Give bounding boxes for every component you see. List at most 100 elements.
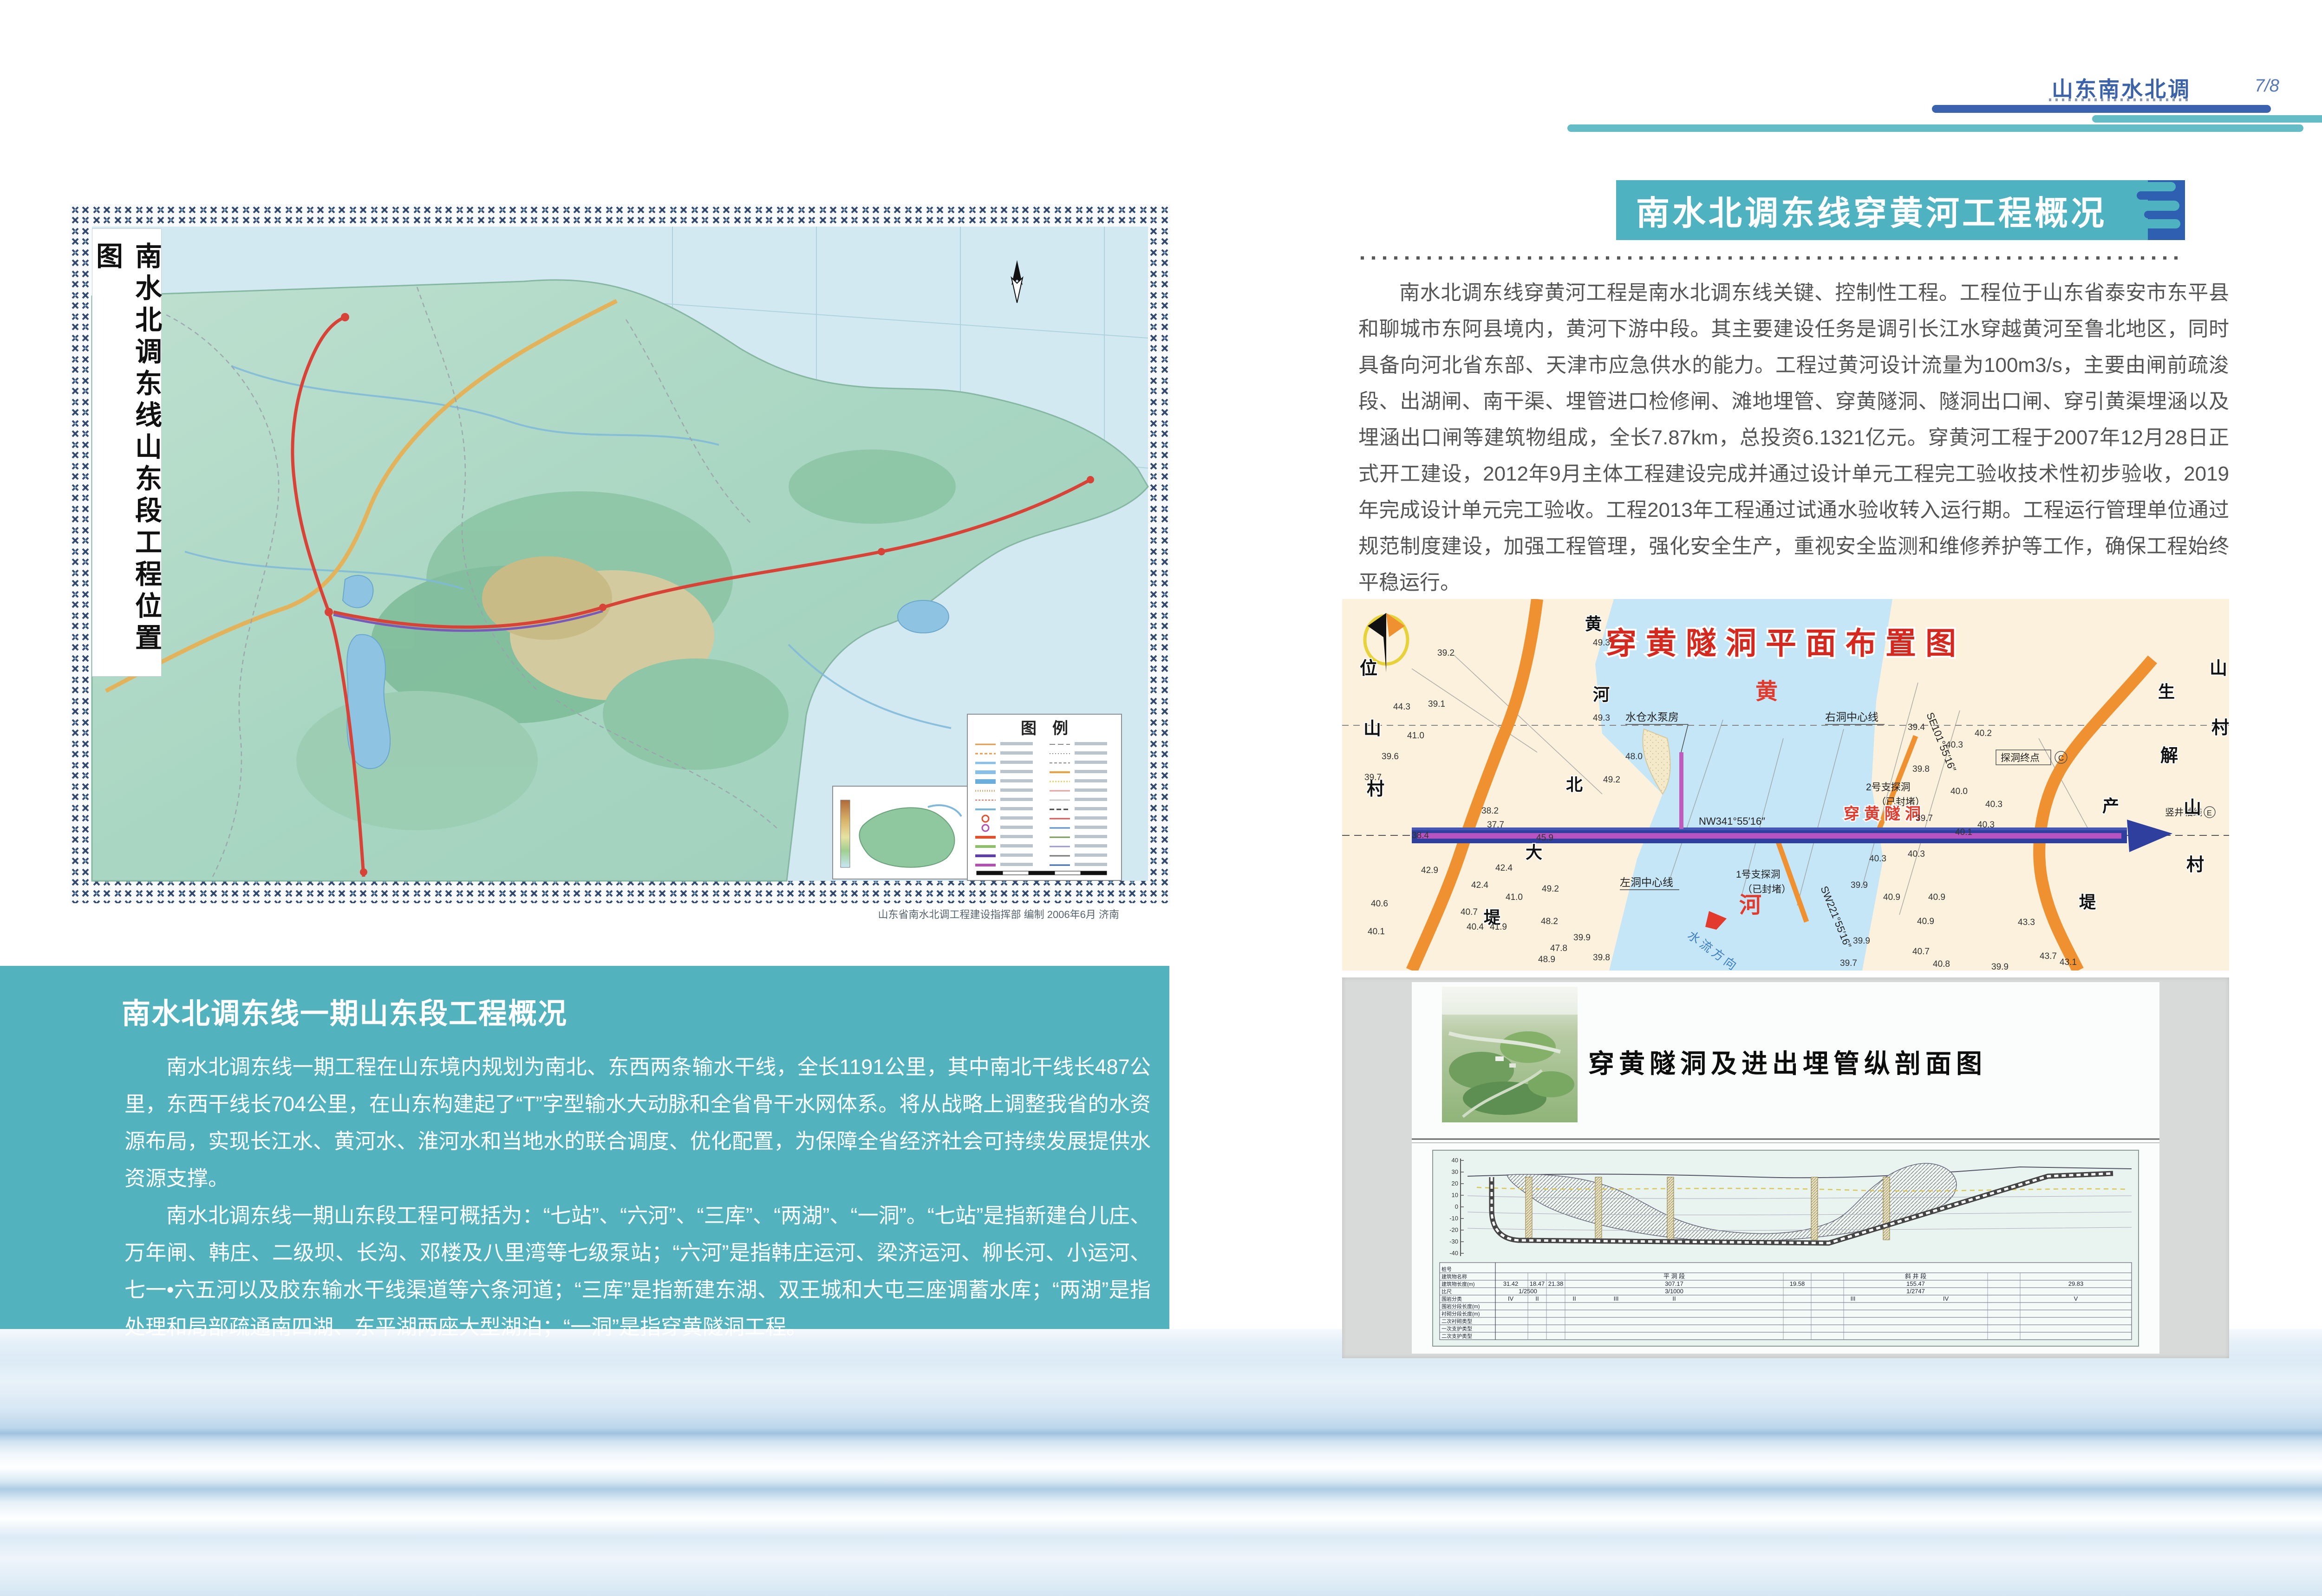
axis-label: 0 — [1455, 1203, 1458, 1210]
right-road-char: 产 — [2102, 796, 2119, 815]
elevation-label: 39.9 — [1853, 936, 1870, 946]
elevation-label: 38.2 — [1481, 806, 1499, 816]
overview-heading: 南水北调东线一期山东段工程概况 — [0, 966, 1169, 1032]
article-body: 南水北调东线穿黄河工程是南水北调东线关键、控制性工程。工程位于山东省泰安市东平县… — [1358, 275, 2229, 601]
elevation-label: 39.8 — [1593, 953, 1610, 963]
table-row-label: 桩号 — [1441, 1266, 1452, 1272]
table-row-label: 一次支护类型 — [1441, 1325, 1472, 1332]
callout-branch2: 2号支探洞 — [1866, 782, 1911, 793]
elevation-label: 39.9 — [1573, 933, 1591, 943]
table-rock-class: III — [1614, 1295, 1619, 1302]
article-dotted-line — [1361, 256, 2184, 260]
elevation-label: 40.9 — [1928, 892, 1945, 902]
left-road-char: 大 — [1526, 843, 1542, 862]
right-village-char: 村 — [2211, 718, 2229, 738]
table-row-label: 建筑物名称 — [1441, 1273, 1467, 1280]
elevation-label: 45.9 — [1536, 833, 1553, 843]
elevation-label: 48.9 — [1538, 955, 1555, 964]
table-rock-class: II — [1572, 1295, 1576, 1302]
overview-paragraph-2: 南水北调东线一期山东段工程可概括为：“七站”、“六河”、“三库”、“两湖”、“一… — [124, 1197, 1151, 1346]
elevation-label: 39.1 — [1428, 699, 1445, 709]
aerial-photo — [1442, 987, 1578, 1122]
table-length: 19.58 — [1790, 1280, 1805, 1287]
callout-probe-end: 探洞终点 — [2001, 753, 2040, 763]
right-road-char: 堤 — [2079, 892, 2096, 912]
right-village-char: 解 — [2160, 746, 2178, 766]
map-legend: 图 例 — [967, 714, 1122, 880]
elevation-label: 40.0 — [1950, 787, 1968, 796]
table-scale: 3/1000 — [1665, 1288, 1683, 1295]
table-scale: 1/2747 — [1906, 1288, 1925, 1295]
section-title: 穿黄隧洞及进出埋管纵剖面图 — [1588, 1049, 1987, 1078]
elevation-label: 43.3 — [2018, 918, 2035, 927]
table-rock-class: III — [1851, 1295, 1856, 1302]
elevation-label: 37.7 — [1487, 820, 1504, 830]
axis-label: -40 — [1449, 1250, 1458, 1257]
elevation-label: 49.3 — [1593, 713, 1610, 723]
table-row-label: 二次衬砌类型 — [1441, 1318, 1472, 1324]
left-village-char: 位 — [1360, 659, 1377, 678]
elevation-label: 39.2 — [1437, 648, 1455, 658]
axis-label: -30 — [1449, 1238, 1458, 1245]
table-length: 307.17 — [1665, 1280, 1683, 1287]
elevation-label: 48.0 — [1625, 752, 1643, 762]
left-road-char: 黄 — [1585, 614, 1602, 633]
header-dotted-line — [2049, 98, 2188, 101]
table-row-label: 建筑物长度(m) — [1441, 1281, 1475, 1287]
axis-label: -10 — [1449, 1215, 1458, 1222]
table-length: 29.83 — [2068, 1280, 2084, 1287]
map-vertical-title-strip: 南水北调东线山东段工程位置图 — [92, 228, 162, 677]
callout-right-centerline: 右洞中心线 — [1825, 711, 1878, 723]
axis-label: 40 — [1452, 1157, 1458, 1164]
elevation-label: 40.6 — [1371, 899, 1388, 909]
elevation-label: 40.7 — [1912, 947, 1930, 957]
table-length: 21.38 — [1548, 1280, 1564, 1287]
table-row-label: 衬砌分段长度(m) — [1441, 1310, 1480, 1317]
article-body-wrap: 南水北调东线穿黄河工程是南水北调东线关键、控制性工程。工程位于山东省泰安市东平县… — [1358, 275, 2229, 601]
table-row-label: 二次支护类型 — [1441, 1333, 1472, 1339]
elevation-label: 47.8 — [1550, 944, 1567, 953]
table-rock-class: IV — [1508, 1295, 1514, 1302]
table-row-label: 比尺 — [1441, 1289, 1452, 1295]
elevation-label: 40.1 — [1368, 927, 1385, 937]
table-segment: 斜 井 段 — [1905, 1273, 1926, 1280]
elevation-label: 49.2 — [1603, 775, 1620, 785]
left-village-char: 山 — [1363, 719, 1381, 739]
section-panel: 穿黄隧洞及进出埋管纵剖面图 403020100-10-20-30-40 桩号建筑… — [1342, 977, 2229, 1358]
page-number: 7/8 — [2255, 76, 2279, 96]
right-road-char: 生 — [2158, 682, 2175, 701]
legend-title: 图 例 — [1021, 720, 1068, 737]
left-village-char: 村 — [1367, 780, 1384, 799]
elevation-label: 40.3 — [1985, 800, 2002, 809]
footer-wave-decoration — [0, 1329, 2322, 1596]
right-village-char: 山 — [2210, 659, 2227, 678]
table-segment: 平 洞 段 — [1663, 1273, 1685, 1280]
elevation-label: 41.9 — [1490, 922, 1507, 932]
elevation-label: 40.3 — [1908, 849, 1925, 859]
elevation-label: 40.9 — [1917, 917, 1934, 926]
tunnel-plan-map: 穿黄隧洞平面布置图 黄 河 水仓水泵房 右洞中心线 NW341°55′16″ 2… — [1342, 599, 2229, 971]
elevation-label: 48.2 — [1541, 917, 1558, 926]
callout-left-centerline: 左洞中心线 — [1620, 876, 1673, 888]
plan-map-title: 穿黄隧洞平面布置图 — [1606, 626, 1965, 660]
article-banner-title: 南水北调东线穿黄河工程概况 — [1616, 180, 2127, 240]
table-rock-class: V — [2074, 1295, 2078, 1302]
elevation-label: 39.7 — [1840, 958, 1857, 968]
elevation-label: 39.4 — [1908, 723, 1925, 732]
elevation-label: 43.1 — [2060, 958, 2077, 967]
profile-drawing: 403020100-10-20-30-40 桩号建筑物名称建筑物长度(m)比尺围… — [1433, 1150, 2139, 1346]
tunnel-label: 穿黄隧洞 — [1844, 805, 1925, 823]
map-content: 图 例 — [92, 227, 1148, 881]
elevation-label: 40.2 — [1975, 729, 1992, 738]
elevation-label: 40.7 — [1461, 907, 1478, 917]
svg-text:E: E — [2207, 809, 2212, 817]
elevation-label: 41.0 — [1506, 892, 1523, 902]
header-bar-teal-2 — [1567, 124, 2303, 132]
elevation-label: 41.0 — [1407, 731, 1424, 741]
elevation-label: 39.6 — [1382, 752, 1399, 762]
right-village-char: 村 — [2186, 855, 2204, 875]
axis-label: 10 — [1452, 1192, 1458, 1199]
elevation-label: 42.4 — [1471, 880, 1488, 890]
map-caption: 山东省南水北调工程建设指挥部 编制 2006年6月 济南 — [70, 906, 1170, 921]
elevation-label: 39.8 — [1912, 764, 1930, 774]
